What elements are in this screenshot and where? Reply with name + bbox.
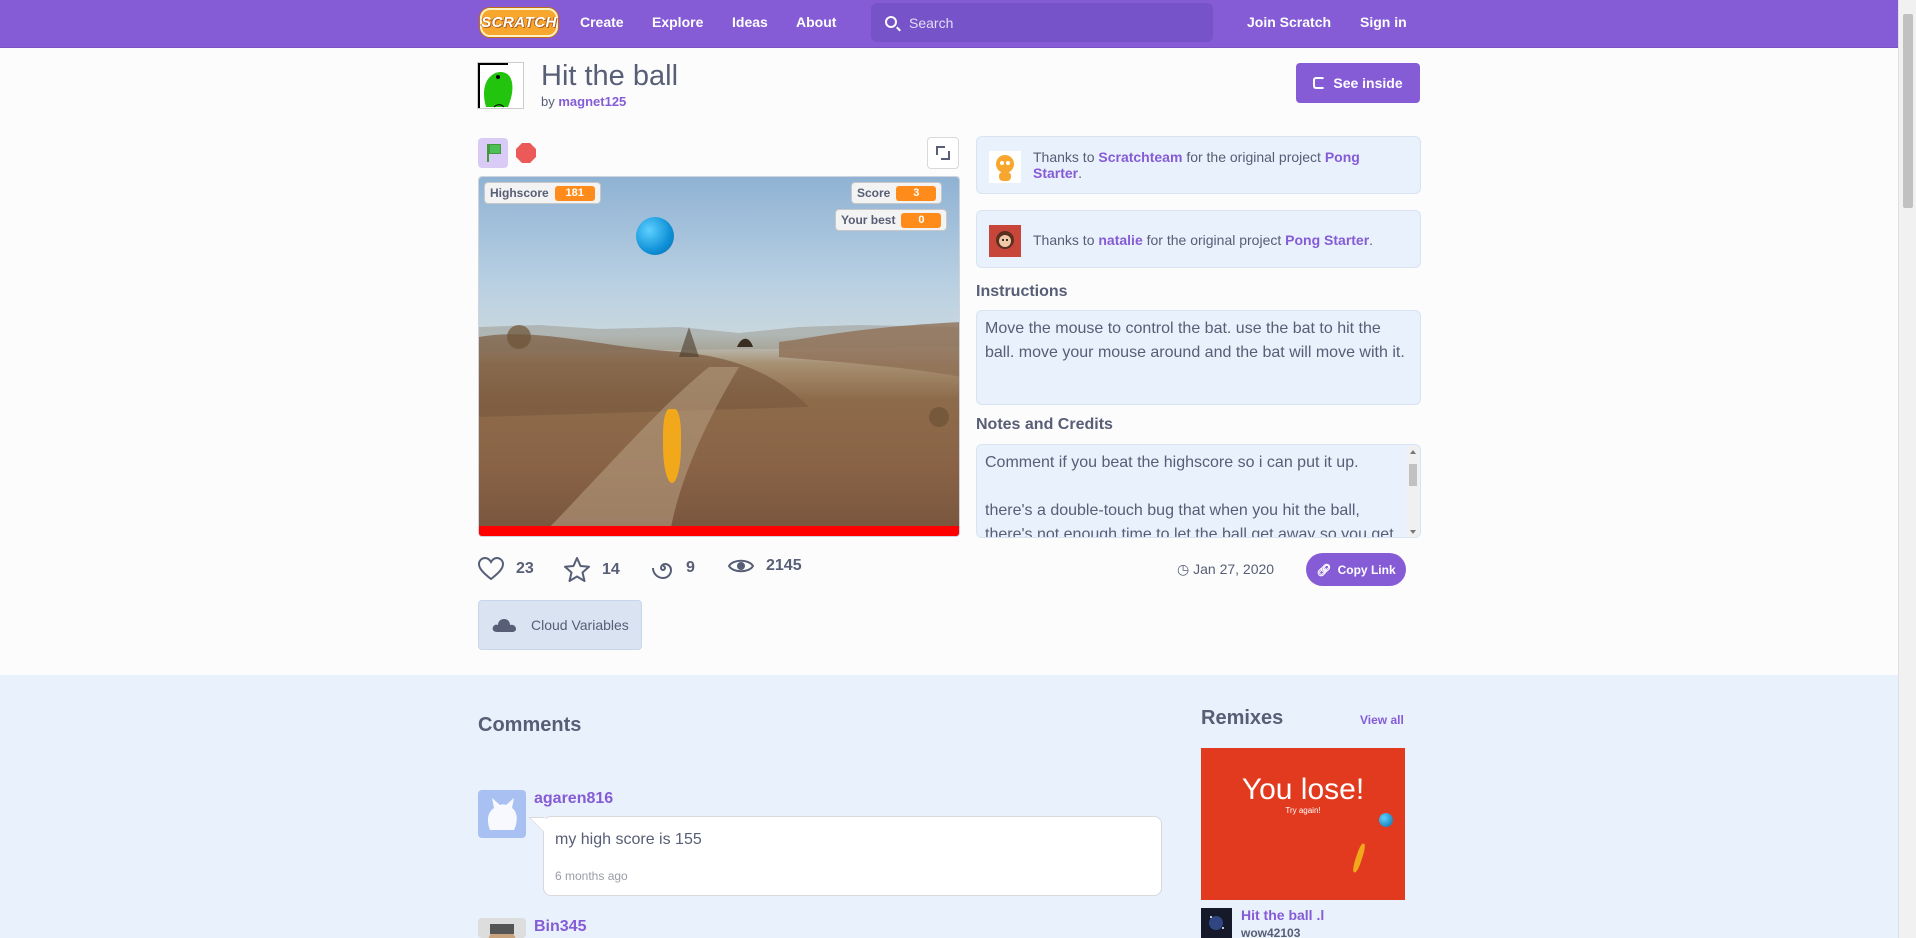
- page-scrollbar[interactable]: [1898, 0, 1916, 938]
- remix-thumb-title: You lose!: [1241, 773, 1365, 806]
- credit-project-link[interactable]: Pong Starter: [1285, 232, 1369, 248]
- remix-thumb-subtitle: Try again!: [1285, 806, 1321, 815]
- highscore-monitor: Highscore 181: [484, 182, 601, 204]
- highscore-value: 181: [554, 185, 595, 201]
- your-best-value: 0: [901, 212, 942, 228]
- author-avatar[interactable]: [477, 62, 524, 109]
- score-label: Score: [857, 186, 891, 200]
- search-icon: [885, 16, 897, 28]
- nav-ideas[interactable]: Ideas: [732, 0, 768, 48]
- favorite-stat[interactable]: 14: [564, 557, 620, 582]
- score-monitor: Score 3: [851, 182, 943, 204]
- remix-icon: [1313, 77, 1326, 89]
- comment-avatar[interactable]: [478, 790, 526, 838]
- shared-date: ◷ Jan 27, 2020: [1177, 561, 1275, 577]
- heart-icon: [478, 557, 504, 581]
- remix-title-link[interactable]: Hit the ball .l: [1241, 907, 1324, 923]
- remix-bat: [1351, 842, 1367, 874]
- nav-about[interactable]: About: [796, 0, 836, 48]
- comment-bubble: my high score is 155 6 months ago: [543, 816, 1162, 896]
- remix-ball: [1379, 813, 1393, 827]
- highscore-label: Highscore: [490, 186, 549, 200]
- your-best-monitor: Your best 0: [835, 209, 948, 231]
- remixes-heading: Remixes: [1201, 707, 1284, 729]
- cloud-icon: [492, 619, 516, 632]
- scratchteam-avatar[interactable]: [989, 151, 1021, 183]
- comment-text: my high score is 155: [555, 831, 702, 848]
- instructions-heading: Instructions: [976, 283, 1068, 300]
- your-best-label: Your best: [841, 213, 896, 227]
- red-floor-strip: [479, 526, 959, 536]
- remix-owner-avatar[interactable]: [1201, 908, 1232, 938]
- project-byline: by magnet125: [541, 94, 626, 109]
- remix-spiral-icon: [652, 562, 673, 579]
- sign-in-link[interactable]: Sign in: [1360, 0, 1407, 48]
- author-link[interactable]: magnet125: [558, 94, 626, 109]
- fullscreen-button[interactable]: [927, 137, 959, 169]
- stop-button[interactable]: [516, 143, 536, 163]
- credit-card-2: Thanks to natalie for the original proje…: [976, 210, 1421, 268]
- credit-text-1: Thanks to Scratchteam for the original p…: [1033, 149, 1360, 181]
- remix-stat: 9: [652, 557, 695, 579]
- see-inside-button[interactable]: See inside: [1296, 63, 1420, 103]
- cloud-variables-tag[interactable]: Cloud Variables: [478, 600, 642, 650]
- natalie-avatar[interactable]: [989, 225, 1021, 257]
- ball-sprite: [636, 217, 674, 255]
- credit-text-2: Thanks to natalie for the original proje…: [1033, 232, 1374, 248]
- comment-avatar[interactable]: [478, 918, 526, 938]
- views-stat: 2145: [728, 557, 802, 575]
- views-count: 2145: [766, 557, 802, 574]
- search-input[interactable]: [909, 3, 1199, 42]
- green-flag-button[interactable]: [478, 138, 508, 168]
- eye-icon: [728, 559, 754, 573]
- credit-user-link[interactable]: Scratchteam: [1098, 149, 1182, 165]
- byline-label: by: [541, 94, 555, 109]
- see-inside-label: See inside: [1333, 75, 1403, 91]
- notes-heading: Notes and Credits: [976, 416, 1113, 433]
- comment-username[interactable]: Bin345: [534, 918, 586, 936]
- remix-count: 9: [686, 559, 695, 576]
- top-navbar: SCRATCH Create Explore Ideas About Join …: [0, 0, 1898, 48]
- link-icon: 🔗︎: [1316, 562, 1332, 577]
- view-all-remixes-link[interactable]: View all: [1360, 713, 1404, 727]
- project-title: Hit the ball: [541, 60, 679, 92]
- nav-explore[interactable]: Explore: [652, 0, 703, 48]
- join-scratch-link[interactable]: Join Scratch: [1247, 0, 1331, 48]
- scratch-logo[interactable]: SCRATCH: [480, 8, 558, 37]
- love-count: 23: [516, 560, 534, 577]
- love-stat[interactable]: 23: [478, 557, 534, 581]
- nav-create[interactable]: Create: [580, 0, 624, 48]
- project-stage[interactable]: Highscore 181 Score 3 Your best 0: [478, 176, 960, 537]
- favorite-count: 14: [602, 560, 620, 578]
- instructions-text: Move the mouse to control the bat. use t…: [976, 310, 1421, 405]
- comments-heading: Comments: [478, 714, 582, 736]
- credit-user-link[interactable]: natalie: [1098, 232, 1142, 248]
- notes-scrollbar[interactable]: [1407, 446, 1419, 537]
- bat-sprite: [663, 409, 681, 483]
- cloud-variables-label: Cloud Variables: [531, 617, 629, 633]
- comment-time: 6 months ago: [555, 869, 628, 883]
- search-box: [871, 3, 1213, 42]
- credit-card-1: Thanks to Scratchteam for the original p…: [976, 136, 1421, 194]
- remix-thumbnail[interactable]: You lose! Try again!: [1201, 748, 1405, 900]
- remix-owner-name[interactable]: wow42103: [1241, 926, 1300, 938]
- copy-link-button[interactable]: 🔗︎ Copy Link: [1306, 553, 1406, 586]
- notes-text: Comment if you beat the highscore so i c…: [976, 444, 1421, 538]
- clock-icon: ◷: [1177, 561, 1190, 577]
- comment-username[interactable]: agaren816: [534, 790, 613, 808]
- star-icon: [564, 557, 590, 582]
- score-value: 3: [896, 185, 937, 201]
- copy-link-label: Copy Link: [1337, 562, 1396, 577]
